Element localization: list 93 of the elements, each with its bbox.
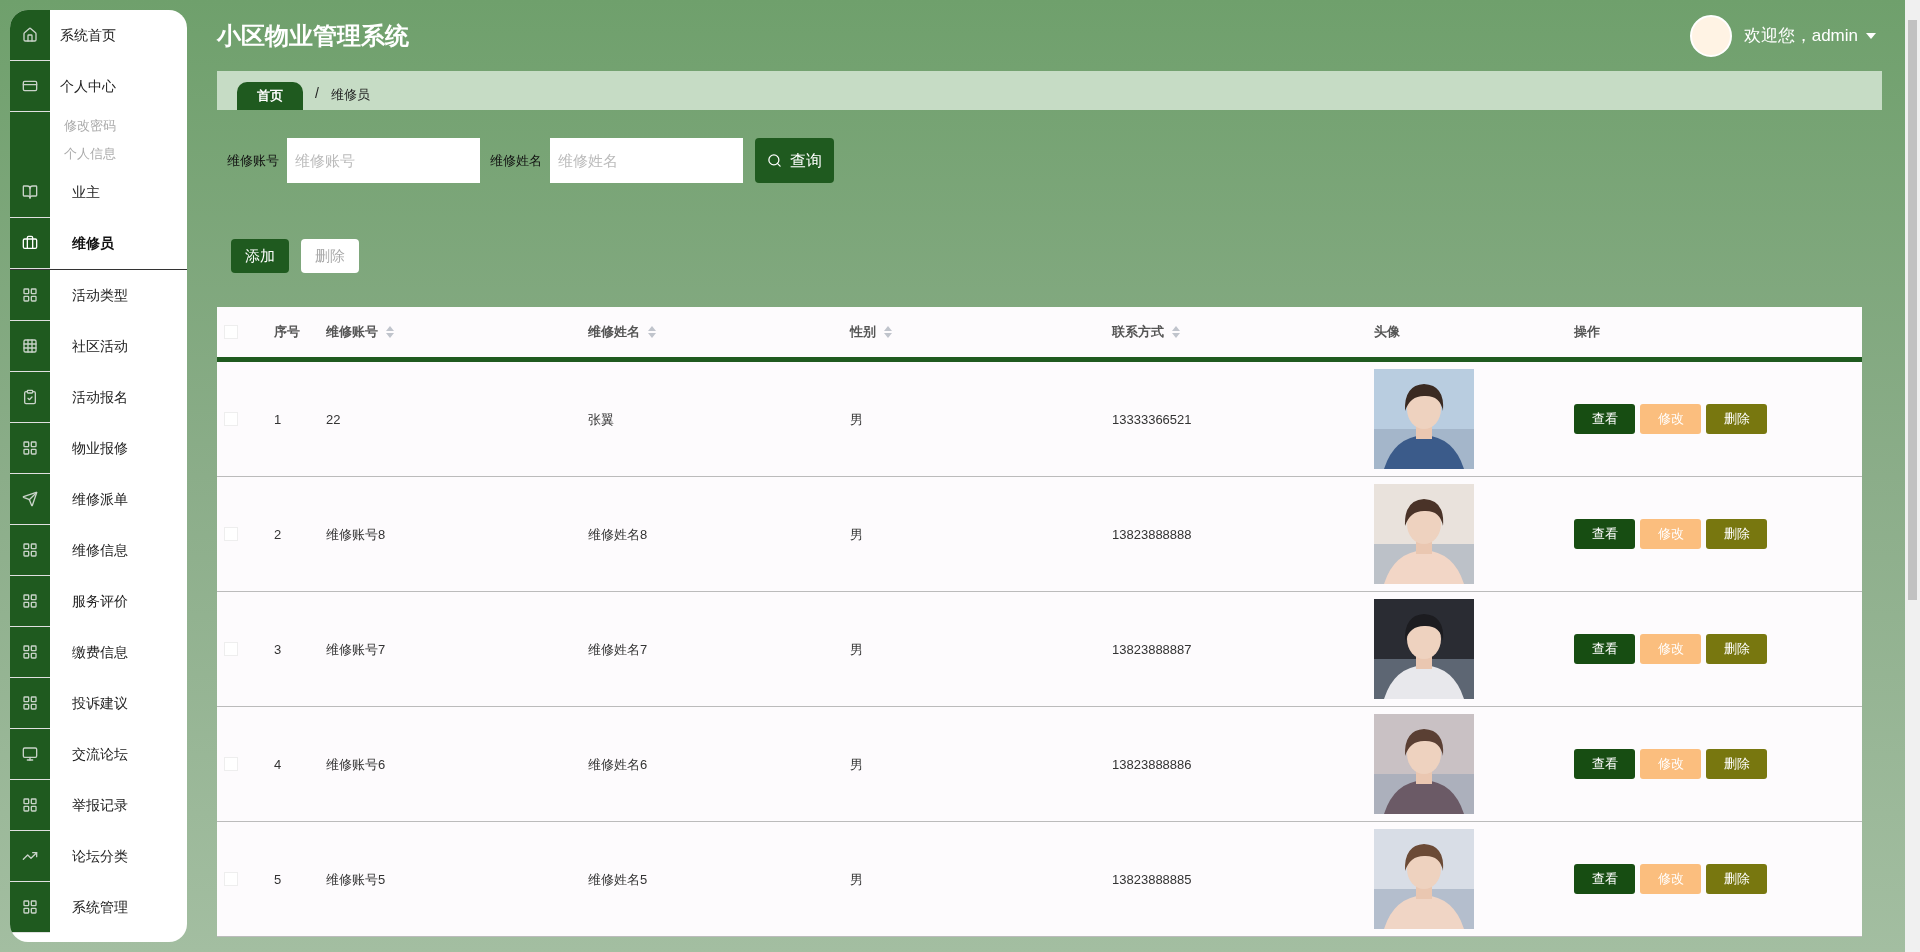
field-label: 维修账号 [227, 151, 279, 170]
grid-icon [22, 338, 38, 354]
table-cell: 13823888886 [1112, 757, 1192, 772]
sidebar-item[interactable]: 投诉建议 [50, 678, 187, 729]
column-header: 联系方式 [1112, 323, 1164, 342]
delete-button[interactable]: 删除 [1706, 749, 1767, 779]
table-cell: 维修账号7 [326, 642, 386, 657]
field-label: 维修姓名 [490, 151, 542, 170]
table-cell: 维修账号6 [326, 757, 386, 772]
search-field[interactable]: 维修账号 [287, 138, 480, 183]
column-header: 序号 [274, 323, 300, 342]
sort-icon[interactable] [884, 326, 892, 338]
caret-icon [1866, 33, 1876, 39]
sidebar-item[interactable]: 系统管理 [50, 882, 187, 933]
table-cell: 男 [850, 872, 863, 887]
column-header: 性别 [850, 323, 876, 342]
add-button[interactable]: 添加 [231, 239, 289, 273]
table-cell: 22 [326, 412, 341, 427]
table-cell: 张翼 [588, 412, 614, 427]
column-header: 维修姓名 [588, 323, 640, 342]
view-button[interactable]: 查看 [1574, 404, 1635, 434]
grid-icon [22, 695, 38, 711]
grid-icon [22, 287, 38, 303]
view-button[interactable]: 查看 [1574, 749, 1635, 779]
sidebar-item[interactable]: 举报记录 [50, 780, 187, 831]
table-cell: 1 [274, 412, 282, 427]
table-cell: 3 [274, 642, 282, 657]
paper-plane-icon [22, 491, 38, 507]
grid-icon [22, 644, 38, 660]
briefcase-icon [22, 235, 38, 251]
sidebar-item[interactable]: 论坛分类 [50, 831, 187, 882]
sidebar-item[interactable]: 活动报名 [50, 372, 187, 423]
user-avatar [1689, 15, 1732, 57]
sort-icon[interactable] [648, 326, 656, 338]
table-cell: 13823888885 [1112, 872, 1192, 887]
table-cell: 维修姓名7 [588, 642, 648, 657]
delete-button[interactable]: 删除 [1706, 864, 1767, 894]
table-cell: 维修姓名8 [588, 527, 648, 542]
table-cell: 维修账号5 [326, 872, 386, 887]
card-icon [22, 78, 38, 94]
sidebar-item[interactable]: 社区活动 [50, 321, 187, 372]
sidebar-item[interactable]: 系统首页 [50, 10, 187, 61]
sidebar-item[interactable]: 维修员 [50, 218, 187, 269]
table-cell: 4 [274, 757, 282, 772]
app-title: 小区物业管理系统 [217, 21, 409, 51]
view-button[interactable]: 查看 [1574, 634, 1635, 664]
table-cell: 维修账号8 [326, 527, 386, 542]
table-cell: 男 [850, 757, 863, 772]
table-cell: 男 [850, 527, 863, 542]
book-icon [22, 184, 38, 200]
view-button[interactable]: 查看 [1574, 519, 1635, 549]
monitor-icon [22, 746, 38, 762]
search-button[interactable]: 查询 [755, 138, 834, 183]
table-cell: 13333366521 [1112, 412, 1192, 427]
view-button[interactable]: 查看 [1574, 864, 1635, 894]
column-header: 维修账号 [326, 323, 378, 342]
sidebar-item[interactable]: 缴费信息 [50, 627, 187, 678]
delete-button[interactable]: 删除 [1706, 404, 1767, 434]
sidebar-item[interactable]: 交流论坛 [50, 729, 187, 780]
sidebar-item[interactable]: 物业报修 [50, 423, 187, 474]
grid-icon [22, 899, 38, 915]
sidebar-item[interactable]: 业主 [50, 167, 187, 218]
table-cell: 男 [850, 642, 863, 657]
table-cell: 5 [274, 872, 282, 887]
sidebar-item[interactable]: 服务评价 [50, 576, 187, 627]
table-cell: 维修姓名5 [588, 872, 648, 887]
table-cell: 维修姓名6 [588, 757, 648, 772]
table-cell: 13823888888 [1112, 527, 1192, 542]
grid-icon [22, 542, 38, 558]
table-cell: 2 [274, 527, 282, 542]
sidebar-item[interactable]: 个人中心 [50, 61, 187, 112]
column-header: 操作 [1574, 323, 1600, 342]
home-icon [22, 27, 38, 43]
column-header: 头像 [1374, 323, 1400, 342]
breadcrumb-link[interactable]: 维修员 [330, 84, 370, 110]
clipboard-check-icon [22, 389, 38, 405]
delete-button[interactable]: 删除 [1706, 634, 1767, 664]
grid-icon [22, 440, 38, 456]
breadcrumb-link[interactable]: 首页 [237, 82, 303, 110]
grid-icon [22, 797, 38, 813]
table-cell: 13823888887 [1112, 642, 1192, 657]
scrollbar[interactable] [1905, 0, 1920, 952]
table-cell: 男 [850, 412, 863, 427]
sidebar-item[interactable]: 活动类型 [50, 270, 187, 321]
sidebar-item[interactable]: 维修信息 [50, 525, 187, 576]
sort-icon[interactable] [1172, 326, 1180, 338]
search-icon [767, 153, 782, 168]
search-field[interactable]: 维修姓名 [550, 138, 743, 183]
grid-icon [22, 593, 38, 609]
sort-icon[interactable] [386, 326, 394, 338]
delete-button[interactable]: 删除 [1706, 519, 1767, 549]
breadcrumb-separator: / [315, 84, 319, 103]
sidebar-item[interactable]: 维修派单 [50, 474, 187, 525]
